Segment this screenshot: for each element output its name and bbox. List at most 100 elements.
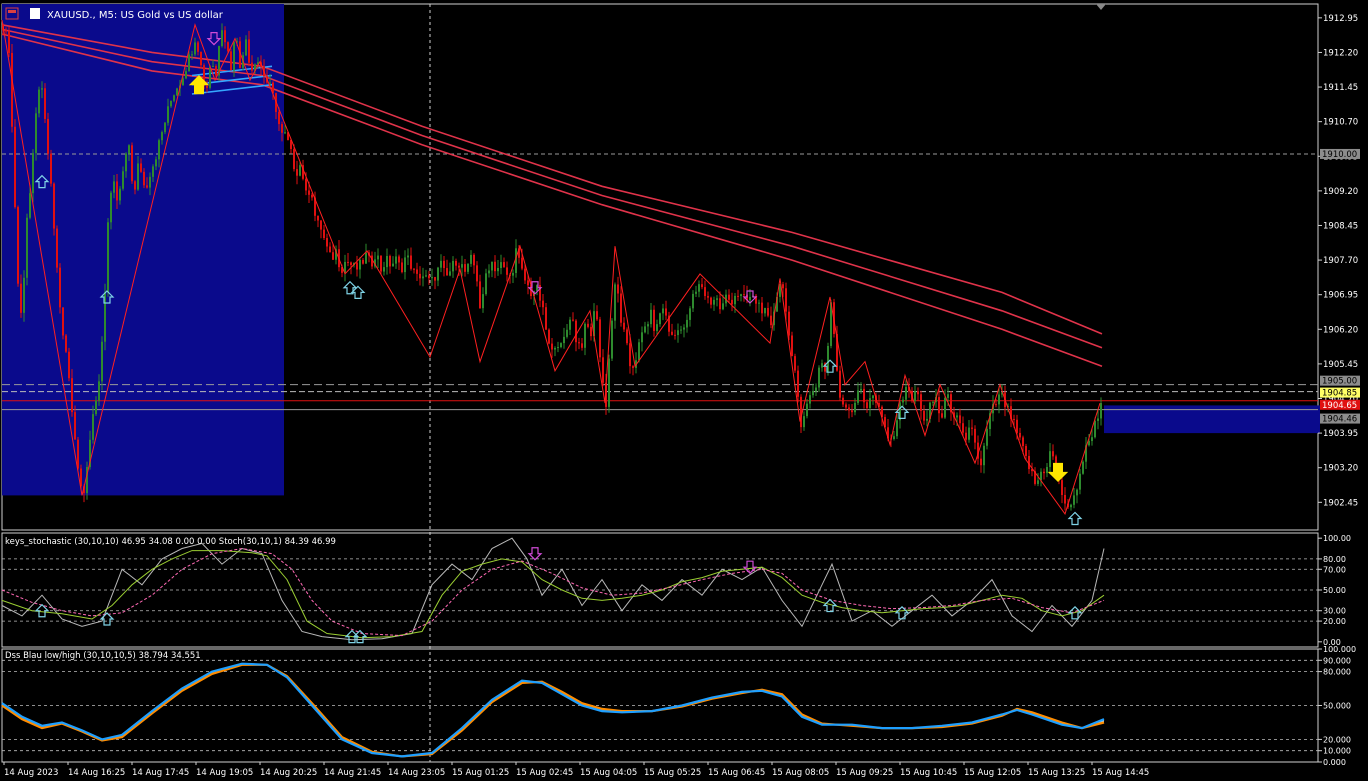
candle-body [560, 343, 562, 348]
candle-body [1094, 420, 1096, 438]
candle-body [806, 403, 808, 417]
candle-body [410, 255, 412, 269]
candle-body [689, 308, 691, 320]
candle-body [173, 95, 175, 101]
candle-body [455, 260, 457, 266]
time-axis-label: 14 Aug 20:25 [260, 768, 317, 778]
candle-body [869, 398, 871, 409]
candle-body [914, 391, 916, 401]
candle-body [71, 378, 73, 413]
candle-body [980, 458, 982, 466]
candle-body [293, 149, 295, 170]
candle-body [791, 335, 793, 357]
candle-body [722, 303, 724, 310]
candle-body [458, 265, 460, 268]
candle-body [167, 106, 169, 123]
candle-body [581, 343, 583, 348]
one-click-trading-icon[interactable] [30, 8, 40, 19]
shift-marker-icon[interactable] [1096, 4, 1106, 10]
candle-body [476, 265, 478, 282]
session-box [2, 4, 284, 496]
candle-body [1097, 418, 1099, 421]
candle-body [365, 252, 367, 264]
candle-body [986, 429, 988, 446]
candle-body [917, 391, 919, 395]
candle-body [296, 169, 298, 176]
candle-body [233, 41, 235, 71]
stoch-signal-arrow-up-icon [352, 629, 368, 644]
candle-body [842, 397, 844, 405]
candle-body [488, 270, 490, 274]
price-axis-label: 1912.95 [1323, 14, 1358, 24]
candle-body [1079, 473, 1081, 490]
candle-body [923, 410, 925, 421]
candle-body [710, 297, 712, 305]
candle-body [320, 220, 322, 230]
candle-body [860, 388, 862, 391]
candle-body [713, 299, 715, 305]
candle-body [395, 256, 397, 264]
candle-body [944, 397, 946, 418]
candle-body [269, 82, 271, 84]
candle-body [497, 268, 499, 272]
candle-body [383, 267, 385, 272]
candle-body [926, 418, 928, 421]
candle-body [737, 295, 739, 297]
price-panel[interactable] [1, 4, 1320, 526]
candle-body [350, 262, 352, 266]
dss-axis-label: 50.000 [1323, 702, 1351, 711]
candle-body [632, 366, 634, 368]
candle-body [326, 238, 328, 247]
candle-body [404, 257, 406, 273]
stoch-axis-label: 50.00 [1323, 586, 1346, 595]
candle-body [68, 351, 70, 379]
candle-body [56, 228, 58, 268]
candle-body [677, 330, 679, 336]
candle-body [521, 257, 523, 269]
candle-body [653, 309, 655, 331]
candle-body [671, 331, 673, 335]
symbol-title: XAUUSD., M5: US Gold vs US dollar [47, 10, 224, 21]
stoch-signal-arrow-up-icon [894, 605, 910, 620]
candle-body [695, 291, 697, 294]
candle-body [728, 294, 730, 300]
candle-body [902, 399, 904, 403]
candle-body [1046, 467, 1048, 474]
candle-body [8, 31, 10, 53]
candle-body [1013, 418, 1015, 420]
candle-body [974, 428, 976, 443]
candle-body [896, 420, 898, 437]
time-axis-label: 15 Aug 02:45 [516, 768, 573, 778]
candle-body [401, 262, 403, 273]
candle-body [971, 427, 973, 429]
candle-body [206, 85, 208, 88]
candle-body [419, 273, 421, 279]
candle-body [572, 319, 574, 321]
candle-body [674, 334, 676, 336]
candle-body [428, 275, 430, 279]
candle-body [113, 181, 115, 193]
candle-body [41, 88, 43, 90]
candle-body [656, 324, 658, 331]
candle-body [734, 295, 736, 305]
candle-body [26, 217, 28, 278]
candle-body [1070, 504, 1072, 508]
trading-chart[interactable]: keys_stochastic (30,10,10) 46.95 34.08 0… [0, 0, 1368, 781]
dss-panel[interactable]: Dss Blau low/high (30,10,10,5) 38.794 34… [1, 651, 1318, 758]
candle-body [14, 126, 16, 208]
candle-body [932, 401, 934, 403]
stoch-indicator-title: keys_stochastic (30,10,10) 46.95 34.08 0… [5, 537, 336, 547]
candle-body [659, 313, 661, 325]
candle-body [962, 423, 964, 433]
candle-body [422, 276, 424, 279]
time-axis-label: 14 Aug 19:05 [196, 768, 253, 778]
candle-body [551, 343, 553, 350]
candle-body [1025, 446, 1027, 457]
candle-body [44, 88, 46, 119]
stochastic-panel[interactable]: keys_stochastic (30,10,10) 46.95 34.08 0… [1, 537, 1318, 644]
candle-body [194, 42, 196, 55]
stoch-line-main [1, 537, 1105, 641]
candle-body [557, 347, 559, 349]
candle-body [92, 414, 94, 440]
candle-body [1082, 461, 1084, 474]
